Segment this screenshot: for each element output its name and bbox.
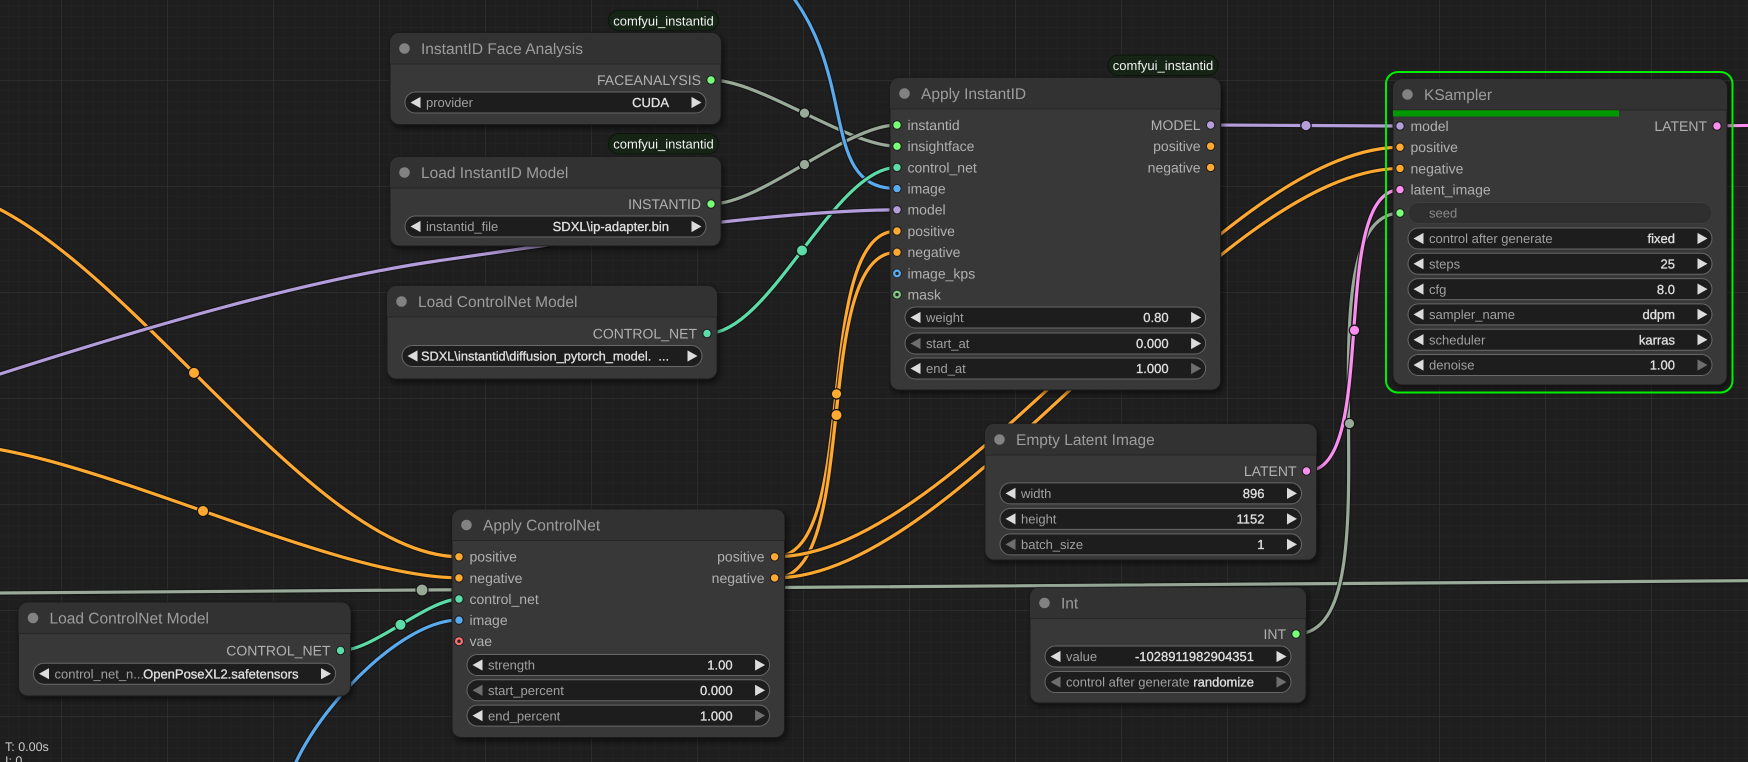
svg-text:model: model	[908, 202, 946, 218]
svg-text:vae: vae	[470, 633, 493, 649]
svg-text:Empty Latent Image: Empty Latent Image	[1016, 432, 1155, 449]
svg-text:control after generate: control after generate	[1429, 231, 1553, 246]
svg-text:CUDA: CUDA	[632, 95, 669, 110]
svg-text:image: image	[470, 612, 508, 628]
svg-text:control_net: control_net	[908, 159, 977, 175]
svg-text:8.0: 8.0	[1657, 282, 1675, 297]
svg-text:comfyui_instantid: comfyui_instantid	[613, 13, 713, 28]
svg-text:LATENT: LATENT	[1654, 118, 1707, 134]
svg-text:0.000: 0.000	[1136, 336, 1169, 351]
svg-text:end_at: end_at	[926, 361, 966, 376]
svg-text:denoise: denoise	[1429, 358, 1475, 373]
svg-text:I: 0: I: 0	[5, 754, 22, 762]
svg-text:1.00: 1.00	[707, 658, 732, 673]
svg-text:MODEL: MODEL	[1151, 117, 1201, 133]
svg-text:1.000: 1.000	[1136, 361, 1169, 376]
svg-text:ddpm: ddpm	[1642, 307, 1675, 322]
svg-text:1.000: 1.000	[700, 708, 733, 723]
svg-text:steps: steps	[1429, 257, 1461, 272]
svg-text:negative: negative	[1148, 159, 1201, 175]
svg-text:seed: seed	[1429, 206, 1457, 221]
svg-text:-1028911982904351: -1028911982904351	[1135, 649, 1254, 664]
svg-text:control_net_n...: control_net_n...	[55, 666, 145, 681]
svg-text:cfg: cfg	[1429, 282, 1446, 297]
svg-text:batch_size: batch_size	[1021, 537, 1083, 552]
svg-text:OpenPoseXL2.safetensors: OpenPoseXL2.safetensors	[143, 666, 299, 681]
svg-text:image: image	[908, 181, 946, 197]
svg-text:0.80: 0.80	[1143, 310, 1168, 325]
svg-text:Load InstantID Model: Load InstantID Model	[421, 165, 568, 182]
svg-text:scheduler: scheduler	[1429, 332, 1486, 347]
svg-text:INSTANTID: INSTANTID	[628, 196, 701, 212]
svg-text:1152: 1152	[1237, 512, 1265, 527]
svg-text:Int: Int	[1061, 596, 1079, 613]
svg-text:karras: karras	[1639, 332, 1676, 347]
svg-text:width: width	[1020, 486, 1051, 501]
svg-text:strength: strength	[488, 658, 535, 673]
svg-text:negative: negative	[470, 570, 523, 586]
svg-text:LATENT: LATENT	[1244, 463, 1297, 479]
svg-text:negative: negative	[1411, 160, 1464, 176]
svg-text:model: model	[1411, 118, 1449, 134]
svg-text:InstantID Face Analysis: InstantID Face Analysis	[421, 41, 583, 58]
svg-text:SDXL\instantid\diffusion_pytor: SDXL\instantid\diffusion_pytorch_model. …	[421, 349, 669, 364]
svg-text:positive: positive	[908, 223, 956, 239]
svg-text:sampler_name: sampler_name	[1429, 307, 1515, 322]
svg-text:FACEANALYSIS: FACEANALYSIS	[597, 72, 701, 88]
svg-text:start_at: start_at	[926, 336, 970, 351]
svg-text:INT: INT	[1263, 626, 1286, 642]
svg-text:25: 25	[1661, 257, 1675, 272]
svg-text:control after generate: control after generate	[1066, 675, 1190, 690]
svg-text:negative: negative	[712, 570, 765, 586]
svg-text:CONTROL_NET: CONTROL_NET	[226, 642, 331, 658]
svg-text:instantid_file: instantid_file	[426, 219, 498, 234]
svg-text:KSampler: KSampler	[1424, 87, 1492, 104]
svg-text:image_kps: image_kps	[908, 265, 976, 281]
svg-text:negative: negative	[908, 244, 961, 260]
svg-text:comfyui_instantid: comfyui_instantid	[613, 137, 713, 152]
svg-text:weight: weight	[925, 310, 964, 325]
svg-text:positive: positive	[717, 549, 765, 565]
svg-text:SDXL\ip-adapter.bin: SDXL\ip-adapter.bin	[553, 219, 669, 234]
svg-text:896: 896	[1243, 486, 1265, 501]
svg-text:randomize: randomize	[1193, 675, 1254, 690]
svg-text:positive: positive	[470, 549, 518, 565]
svg-text:1.00: 1.00	[1650, 358, 1675, 373]
svg-text:end_percent: end_percent	[488, 708, 561, 723]
svg-text:value: value	[1066, 649, 1097, 664]
svg-text:Load ControlNet Model: Load ControlNet Model	[50, 611, 209, 628]
svg-text:0.000: 0.000	[700, 683, 733, 698]
svg-text:Apply ControlNet: Apply ControlNet	[483, 518, 601, 535]
svg-text:Load ControlNet Model: Load ControlNet Model	[418, 294, 577, 311]
svg-text:T: 0.00s: T: 0.00s	[5, 740, 49, 754]
svg-text:provider: provider	[426, 95, 474, 110]
svg-text:positive: positive	[1153, 138, 1201, 154]
svg-text:control_net: control_net	[470, 591, 539, 607]
svg-text:instantid: instantid	[908, 117, 960, 133]
svg-text:height: height	[1021, 512, 1057, 527]
svg-text:comfyui_instantid: comfyui_instantid	[1113, 58, 1213, 73]
svg-text:fixed: fixed	[1648, 231, 1675, 246]
svg-text:CONTROL_NET: CONTROL_NET	[593, 325, 698, 341]
svg-text:start_percent: start_percent	[488, 683, 564, 698]
svg-text:latent_image: latent_image	[1411, 182, 1491, 198]
svg-text:positive: positive	[1411, 139, 1459, 155]
svg-text:1: 1	[1257, 537, 1264, 552]
svg-text:Apply InstantID: Apply InstantID	[921, 86, 1026, 103]
svg-text:mask: mask	[908, 287, 942, 303]
svg-text:insightface: insightface	[908, 138, 975, 154]
